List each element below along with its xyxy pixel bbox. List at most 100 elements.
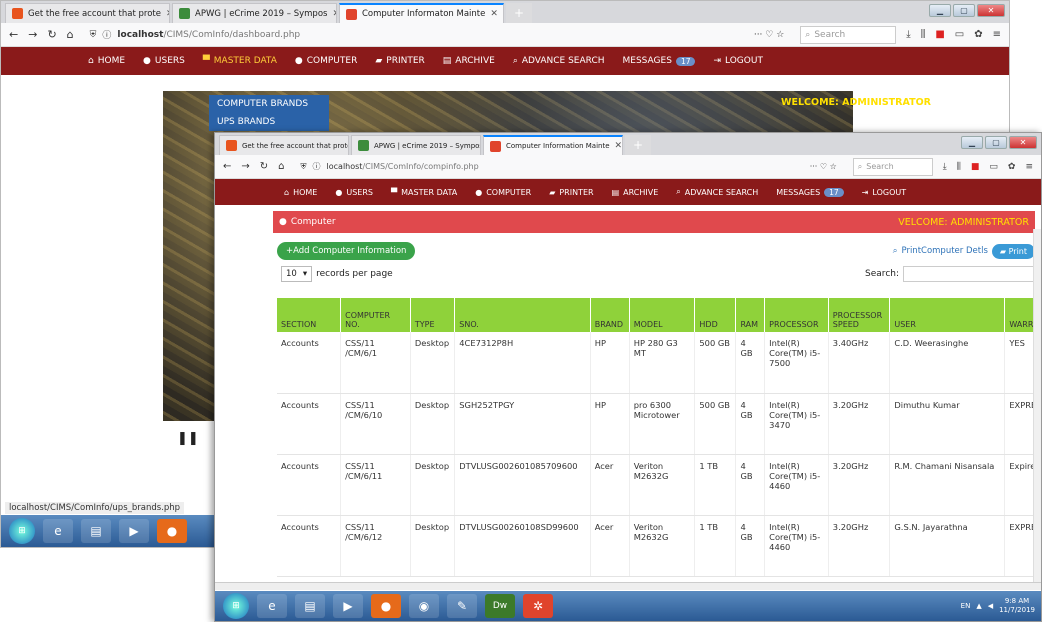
back-arrow-icon[interactable]: ← xyxy=(9,28,18,41)
vertical-scrollbar[interactable] xyxy=(1033,229,1041,582)
firefox-icon[interactable]: ● xyxy=(157,519,187,543)
nav-messages[interactable]: MESSAGES 17 xyxy=(767,187,852,197)
chrome-icon[interactable]: ◉ xyxy=(409,594,439,618)
column-header[interactable]: COMPUTER NO. xyxy=(340,298,411,332)
reload-icon[interactable]: ↻ xyxy=(47,28,56,41)
minimize-button[interactable]: ▁ xyxy=(929,4,951,17)
new-tab-button[interactable]: + xyxy=(506,3,532,23)
maximize-button[interactable]: ▢ xyxy=(985,136,1007,149)
nav-advance-search[interactable]: ⌕ ADVANCE SEARCH xyxy=(504,56,614,66)
page-actions-icon[interactable]: ··· ♡ ☆ xyxy=(754,30,784,40)
nav-archive[interactable]: ▤ ARCHIVE xyxy=(603,188,668,197)
language-icon[interactable]: EN xyxy=(961,602,971,610)
ie-icon[interactable]: e xyxy=(43,519,73,543)
start-button[interactable]: ⊞ xyxy=(9,518,35,544)
maximize-button[interactable]: ▢ xyxy=(953,4,975,17)
address-bar[interactable]: ⛨ ⓘ localhost/CIMS/ComInfo/compinfo.php ···… xyxy=(295,158,843,176)
nav-home[interactable]: ⌂ HOME xyxy=(79,56,134,66)
addon-icon[interactable]: ■ xyxy=(971,162,980,172)
column-header[interactable]: TYPE xyxy=(410,298,456,332)
forward-arrow-icon[interactable]: → xyxy=(241,161,249,172)
back-tab-1[interactable]: Get the free account that prote ✕ xyxy=(5,3,170,23)
clock[interactable]: 9:8 AM 11/7/2019 xyxy=(999,597,1035,615)
nav-printer[interactable]: ▰ PRINTER xyxy=(366,56,433,66)
table-search-input[interactable] xyxy=(903,266,1035,282)
explorer-icon[interactable]: ▤ xyxy=(295,594,325,618)
table-row[interactable]: Accounts CSS/11 /CM/6/11 Desktop DTVLUSG002… xyxy=(277,454,1041,516)
print-computer-details-link[interactable]: ⌕ PrintComputer Detls xyxy=(893,246,988,256)
column-header[interactable]: MODEL xyxy=(629,298,696,332)
explorer-icon[interactable]: ▤ xyxy=(81,519,111,543)
extension-icon[interactable]: ✿ xyxy=(974,29,982,40)
home-icon[interactable]: ⌂ xyxy=(278,161,284,172)
front-tab-3[interactable]: Computer Information Mainte ✕ xyxy=(483,135,623,155)
nav-printer[interactable]: ▰ PRINTER xyxy=(540,188,602,197)
column-header[interactable]: PROCESSOR SPEED xyxy=(828,298,891,332)
dropdown-computer-brands[interactable]: COMPUTER BRANDS xyxy=(209,95,329,113)
front-tab-1[interactable]: Get the free account that prote✕ xyxy=(219,135,349,155)
ie-icon[interactable]: e xyxy=(257,594,287,618)
table-row[interactable]: Accounts CSS/11 /CM/6/12 Desktop DTVLUSG002… xyxy=(277,515,1041,577)
nav-logout[interactable]: ⇥ LOGOUT xyxy=(704,56,771,66)
extension-icon[interactable]: ✿ xyxy=(1008,162,1016,172)
forward-arrow-icon[interactable]: → xyxy=(28,28,37,41)
nav-logout[interactable]: ⇥ LOGOUT xyxy=(853,188,915,197)
nav-users[interactable]: ● USERS xyxy=(326,188,382,197)
sidebar-icon[interactable]: ▭ xyxy=(989,162,998,172)
page-length-select[interactable]: 10 ▾ xyxy=(281,266,313,282)
notepad-icon[interactable]: ✎ xyxy=(447,594,477,618)
addon-icon[interactable]: ■ xyxy=(935,29,944,40)
back-arrow-icon[interactable]: ← xyxy=(223,161,231,172)
nav-messages[interactable]: MESSAGES 17 xyxy=(614,56,705,66)
close-tab-icon[interactable]: ✕ xyxy=(490,9,498,19)
back-tab-2[interactable]: APWG | eCrime 2019 – Sympos ✕ xyxy=(172,3,337,23)
column-header[interactable]: HDD xyxy=(694,298,737,332)
table-row[interactable]: Accounts CSS/11 /CM/6/10 Desktop SGH252TPGY… xyxy=(277,393,1041,455)
nav-users[interactable]: ● USERS xyxy=(134,56,194,66)
horizontal-scrollbar[interactable] xyxy=(215,582,1041,590)
column-header[interactable]: RAM xyxy=(735,298,766,332)
menu-icon[interactable]: ≡ xyxy=(993,29,1001,40)
nav-home[interactable]: ⌂ HOME xyxy=(275,188,326,197)
new-tab-button[interactable]: + xyxy=(625,135,651,155)
library-icon[interactable]: ⫼ xyxy=(921,29,926,40)
menu-icon[interactable]: ≡ xyxy=(1025,162,1033,172)
front-tab-2[interactable]: APWG | eCrime 2019 – Sympos✕ xyxy=(351,135,481,155)
search-input[interactable]: ⌕ Search xyxy=(852,157,933,176)
search-input[interactable]: ⌕ Search xyxy=(800,25,897,44)
close-button[interactable]: ✕ xyxy=(977,4,1005,17)
dreamweaver-icon[interactable]: Dw xyxy=(485,594,515,618)
close-tab-icon[interactable]: ✕ xyxy=(166,9,169,19)
dropdown-ups-brands[interactable]: UPS BRANDS xyxy=(209,113,329,131)
page-actions-icon[interactable]: ··· ♡ ☆ xyxy=(810,162,837,171)
column-header[interactable]: SNO. xyxy=(454,298,591,332)
nav-computer[interactable]: ● COMPUTER xyxy=(286,56,366,66)
network-icon[interactable]: ▲ xyxy=(976,602,981,610)
sidebar-icon[interactable]: ▭ xyxy=(955,29,964,40)
column-header[interactable]: BRAND xyxy=(590,298,630,332)
back-tab-3[interactable]: Computer Informaton Mainte ✕ xyxy=(339,3,504,23)
media-icon[interactable]: ▶ xyxy=(333,594,363,618)
column-header[interactable]: SECTION xyxy=(277,298,342,332)
reload-icon[interactable]: ↻ xyxy=(260,161,268,172)
column-header[interactable]: USER xyxy=(889,298,1006,332)
start-button[interactable]: ⊞ xyxy=(223,593,249,619)
pause-icon[interactable]: ❚❚ xyxy=(177,431,199,446)
xampp-icon[interactable]: ✲ xyxy=(523,594,553,618)
download-icon[interactable]: ⤓ xyxy=(943,162,947,172)
library-icon[interactable]: ⫼ xyxy=(957,162,961,172)
nav-archive[interactable]: ▤ ARCHIVE xyxy=(434,56,504,66)
print-button[interactable]: ▰ Print xyxy=(991,243,1035,259)
address-bar[interactable]: ⛨ ⓘ localhost/CIMS/ComInfo/dashboard.php ··… xyxy=(84,26,791,44)
close-tab-icon[interactable]: ✕ xyxy=(615,141,622,151)
add-computer-button[interactable]: +Add Computer Information xyxy=(277,242,416,260)
volume-icon[interactable]: ◀ xyxy=(988,602,993,610)
firefox-icon[interactable]: ● xyxy=(371,594,401,618)
nav-computer[interactable]: ● COMPUTER xyxy=(466,188,540,197)
nav-master-data[interactable]: ▀ MASTER DATA xyxy=(382,188,466,197)
close-tab-icon[interactable]: ✕ xyxy=(332,9,336,19)
close-button[interactable]: ✕ xyxy=(1009,136,1037,149)
minimize-button[interactable]: ▁ xyxy=(961,136,983,149)
home-icon[interactable]: ⌂ xyxy=(67,28,74,41)
table-row[interactable]: Accounts CSS/11 /CM/6/1 Desktop 4CE7312P8H H… xyxy=(277,332,1041,394)
